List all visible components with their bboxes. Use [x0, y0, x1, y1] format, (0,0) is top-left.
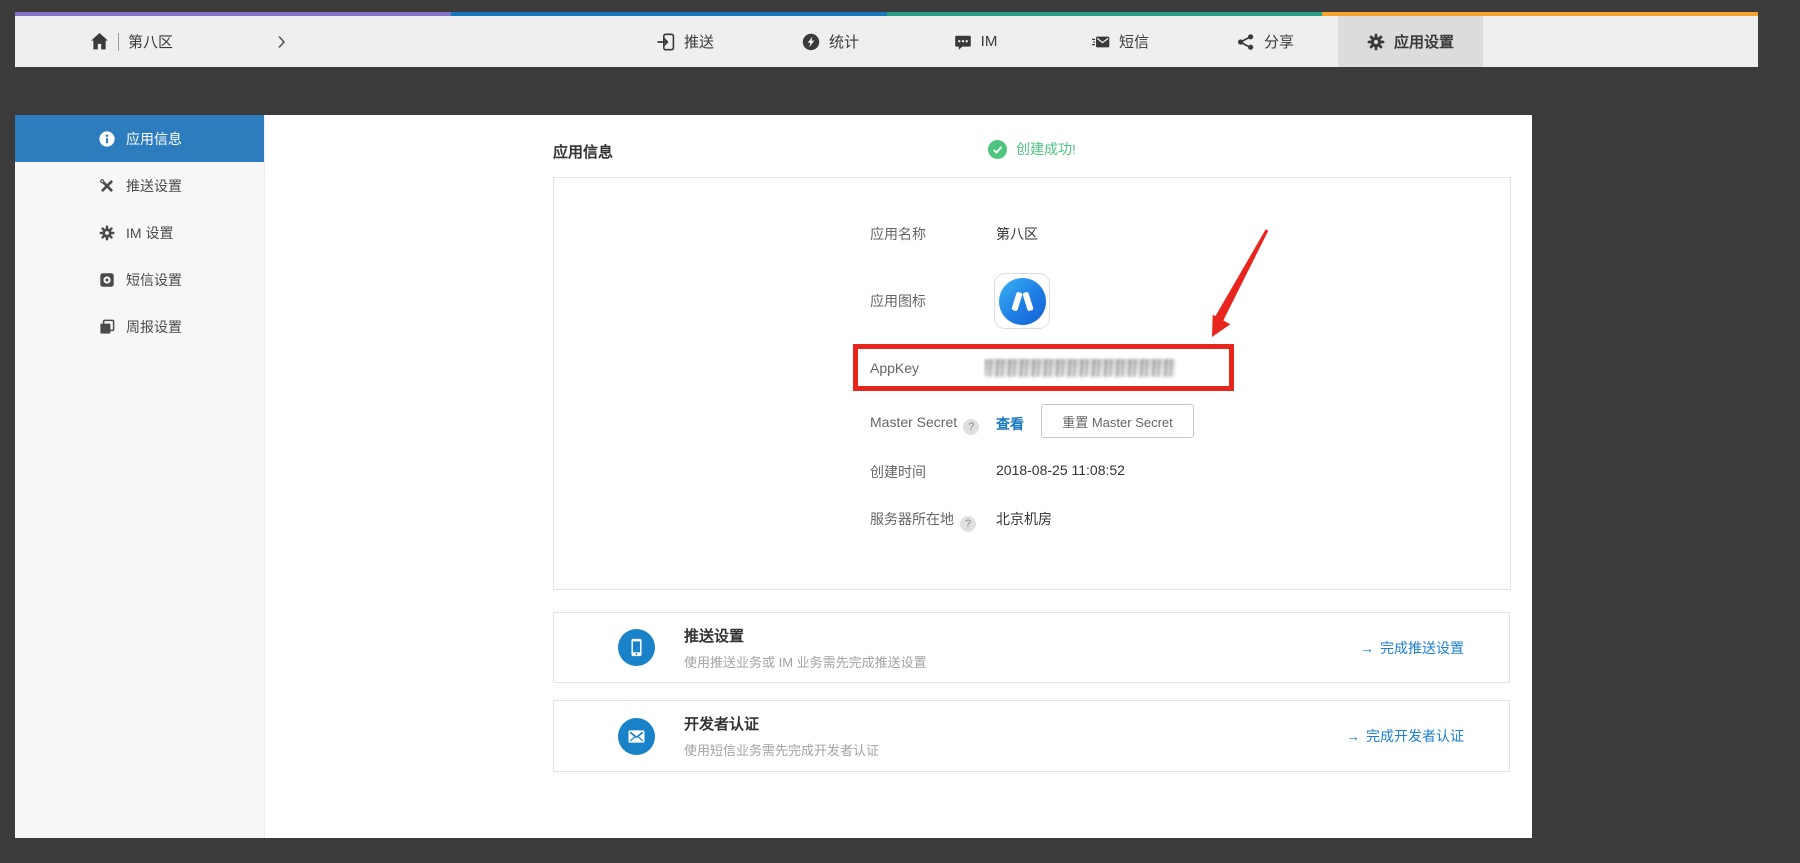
- sidebar-item-label: 推送设置: [126, 176, 182, 196]
- tab-share[interactable]: 分享: [1193, 16, 1338, 67]
- arrow-right-icon: →: [1360, 640, 1374, 656]
- complete-push-setup-link[interactable]: → 完成推送设置: [1360, 638, 1464, 658]
- appkey-highlight-box: AppKey: [853, 344, 1234, 391]
- help-icon[interactable]: ?: [963, 419, 979, 435]
- tools-icon: [99, 178, 115, 194]
- home-icon[interactable]: [90, 32, 109, 51]
- gear-icon: [1367, 33, 1385, 51]
- chevron-right-icon[interactable]: [277, 35, 286, 49]
- breadcrumb: 第八区: [90, 16, 286, 67]
- reset-master-secret-button[interactable]: 重置 Master Secret: [1041, 404, 1194, 438]
- breadcrumb-divider: [118, 33, 119, 51]
- report-icon: [99, 319, 115, 335]
- sms-gear-icon: [99, 272, 115, 288]
- sidebar-item-app-info[interactable]: 应用信息: [15, 115, 264, 162]
- success-message: 创建成功!: [1016, 139, 1076, 159]
- content-area: 应用信息 推送设置 IM 设置 短信设置 周报设置 应用信息 创建成功! 应用名…: [15, 115, 1532, 838]
- tab-push[interactable]: 推送: [613, 16, 758, 67]
- sidebar-item-label: 应用信息: [126, 129, 182, 149]
- server-location-label: 服务器所在地?: [870, 509, 976, 532]
- card-description: 使用推送业务或 IM 业务需先完成推送设置: [684, 652, 927, 671]
- mail-icon: [618, 718, 655, 755]
- gear-icon: [99, 225, 115, 241]
- success-badge: 创建成功!: [988, 139, 1076, 159]
- tab-label: 分享: [1264, 31, 1294, 52]
- card-description: 使用短信业务需先完成开发者认证: [684, 740, 879, 759]
- top-navigation-bar: 第八区 推送 统计 IM 短信 分享: [15, 12, 1758, 67]
- card-title: 开发者认证: [684, 713, 879, 734]
- sidebar-item-weekly-report-settings[interactable]: 周报设置: [15, 303, 264, 350]
- tab-im[interactable]: IM: [903, 16, 1048, 67]
- created-time-value: 2018-08-25 11:08:52: [996, 462, 1125, 478]
- im-icon: [954, 33, 972, 51]
- share-icon: [1237, 33, 1255, 51]
- master-secret-label: Master Secret?: [870, 414, 979, 435]
- tab-label: 短信: [1119, 31, 1149, 52]
- tab-label: 统计: [829, 31, 859, 52]
- card-title: 推送设置: [684, 625, 927, 646]
- info-icon: [99, 131, 115, 147]
- nav-tabs: 推送 统计 IM 短信 分享 应用设置: [613, 16, 1483, 67]
- help-icon[interactable]: ?: [960, 516, 976, 532]
- push-setup-card: 推送设置 使用推送业务或 IM 业务需先完成推送设置 → 完成推送设置: [553, 612, 1510, 683]
- app-icon-logo: [999, 278, 1046, 325]
- sms-icon: [1092, 33, 1110, 51]
- stats-icon: [802, 33, 820, 51]
- sidebar-item-im-settings[interactable]: IM 设置: [15, 209, 264, 256]
- sidebar-item-sms-settings[interactable]: 短信设置: [15, 256, 264, 303]
- created-time-label: 创建时间: [870, 462, 926, 482]
- check-circle-icon: [988, 140, 1007, 159]
- developer-verification-card: 开发者认证 使用短信业务需先完成开发者认证 → 完成开发者认证: [553, 700, 1510, 772]
- settings-sidebar: 应用信息 推送设置 IM 设置 短信设置 周报设置: [15, 115, 265, 838]
- app-name-value: 第八区: [996, 224, 1038, 244]
- app-icon-label: 应用图标: [870, 291, 926, 311]
- phone-icon: [618, 629, 655, 666]
- tab-label: 推送: [684, 31, 714, 52]
- server-location-value: 北京机房: [996, 509, 1052, 529]
- tab-label: 应用设置: [1394, 31, 1454, 52]
- page-title: 应用信息: [553, 141, 613, 162]
- app-info-panel: 应用名称 第八区 应用图标 AppKey Master Secret? 查看 重…: [553, 177, 1511, 590]
- appkey-label: AppKey: [870, 360, 985, 376]
- sidebar-item-label: 周报设置: [126, 317, 182, 337]
- sidebar-item-label: 短信设置: [126, 270, 182, 290]
- main-panel: 应用信息 创建成功! 应用名称 第八区 应用图标 AppKey Master S…: [265, 115, 1532, 838]
- arrow-right-icon: →: [1346, 728, 1360, 744]
- appkey-value-redacted: [985, 359, 1175, 377]
- tab-sms[interactable]: 短信: [1048, 16, 1193, 67]
- app-icon: [994, 273, 1050, 329]
- tab-label: IM: [981, 33, 998, 50]
- tab-app-settings[interactable]: 应用设置: [1338, 16, 1483, 67]
- view-master-secret-link[interactable]: 查看: [996, 414, 1024, 434]
- tab-stats[interactable]: 统计: [758, 16, 903, 67]
- app-name-label: 应用名称: [870, 224, 926, 244]
- push-icon: [657, 33, 675, 51]
- current-app-name[interactable]: 第八区: [128, 31, 173, 52]
- sidebar-item-push-settings[interactable]: 推送设置: [15, 162, 264, 209]
- sidebar-item-label: IM 设置: [126, 223, 173, 243]
- complete-developer-verification-link[interactable]: → 完成开发者认证: [1346, 726, 1464, 746]
